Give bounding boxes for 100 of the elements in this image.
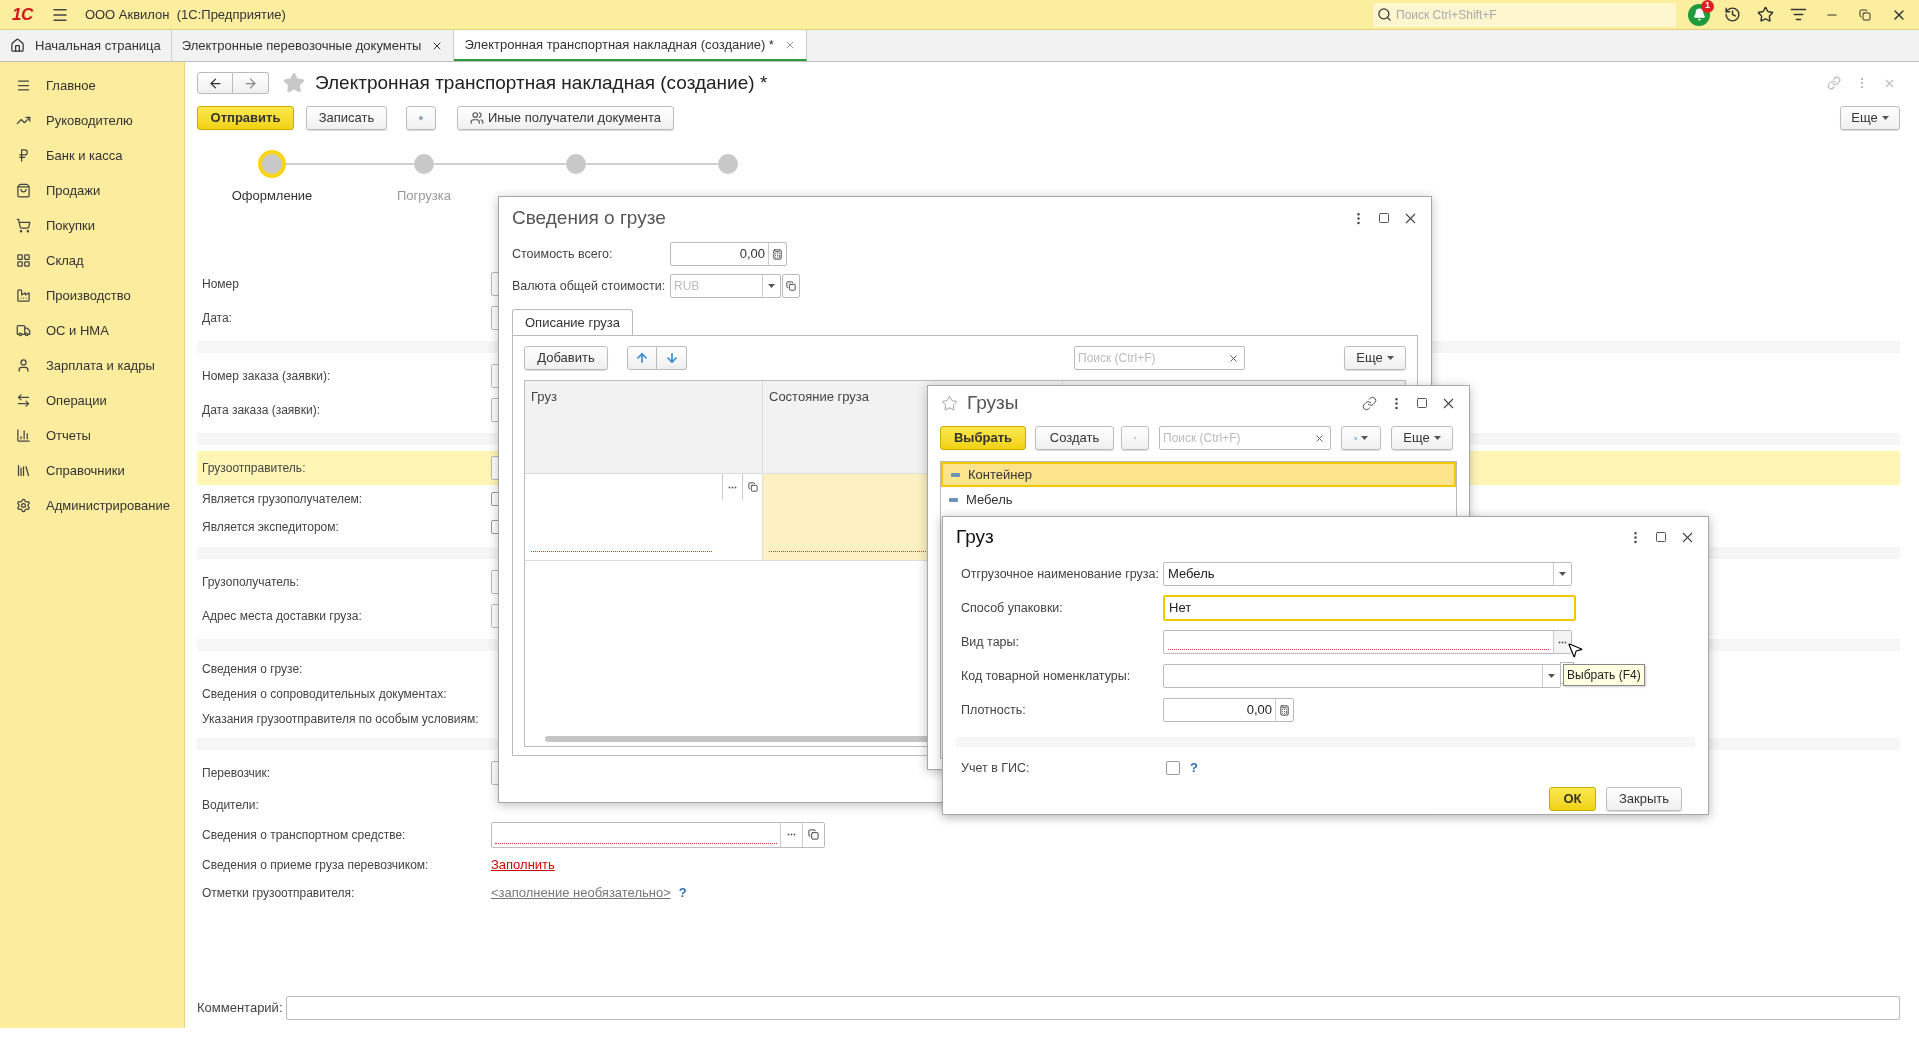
dialog-title: Сведения о грузе — [512, 205, 666, 230]
input-field[interactable] — [491, 821, 825, 848]
maximize-icon[interactable] — [1378, 212, 1390, 224]
open-icon[interactable] — [747, 482, 758, 492]
document-title: Электронная транспортная накладная (создание) * — [315, 70, 768, 95]
save-button[interactable]: Записать — [306, 106, 387, 130]
field-label: Сведения о грузе: — [201, 661, 304, 678]
caret-icon — [768, 284, 775, 288]
group-icon — [949, 497, 958, 502]
open-icon — [786, 281, 796, 291]
ellipsis-icon — [1558, 640, 1567, 644]
field-label: Отметки грузоотправителя: — [201, 885, 356, 902]
sidebar-item[interactable]: Склад — [0, 243, 184, 278]
caret-icon — [1433, 436, 1441, 440]
history-icon[interactable] — [1724, 6, 1741, 23]
number-field[interactable]: 0,00 — [1163, 698, 1294, 722]
clear-icon[interactable] — [1314, 432, 1325, 444]
sidebar-item[interactable]: Главное — [0, 68, 184, 103]
forward-icon — [243, 75, 258, 91]
more-button[interactable]: Еще — [1344, 346, 1406, 370]
comment-field[interactable] — [286, 996, 1900, 1020]
sidebar-item[interactable]: Отчеты — [0, 418, 184, 453]
grid-icon — [16, 253, 31, 268]
tab[interactable]: Начальная страница — [0, 30, 172, 61]
step-marker[interactable] — [258, 150, 286, 178]
open-icon[interactable] — [808, 829, 819, 840]
step-marker[interactable] — [566, 154, 586, 174]
sidebar-item[interactable]: Банк и касса — [0, 138, 184, 173]
back-icon — [207, 75, 223, 91]
ellipsis-icon — [787, 833, 796, 836]
sidebar-item[interactable]: Продажи — [0, 173, 184, 208]
fill-link[interactable]: Заполнить — [491, 854, 555, 875]
tooltip: Выбрать (F4) — [1563, 664, 1645, 686]
field-label: Перевозчик: — [201, 764, 272, 782]
dropdown-field[interactable] — [1163, 664, 1561, 688]
favorite-star-icon[interactable] — [941, 394, 958, 412]
field-label: Грузополучатель: — [201, 573, 301, 591]
field-label: Адрес места доставки груза: — [201, 607, 363, 625]
add-button[interactable]: Добавить — [524, 346, 608, 370]
mouse-cursor-icon — [1566, 641, 1584, 659]
dialog-title: Груз — [956, 524, 994, 549]
tab[interactable]: Электронная транспортная накладная (создание) * — [454, 30, 807, 61]
field-label: Валюта общей стоимости: — [512, 277, 667, 295]
bell-icon — [1692, 8, 1706, 21]
person-icon — [16, 358, 31, 373]
field-label: Сведения о сопроводительных документах: — [201, 686, 448, 703]
close-button[interactable]: Закрыть — [1606, 787, 1682, 811]
ok-button[interactable]: ОК — [1549, 787, 1596, 811]
clear-icon[interactable] — [1228, 352, 1239, 364]
move-up-button[interactable] — [627, 346, 657, 370]
calculator-icon[interactable] — [772, 248, 783, 260]
dropdown-field[interactable]: Мебель — [1163, 562, 1572, 586]
send-button[interactable]: Отправить — [197, 106, 294, 130]
sidebar-item[interactable]: Справочники — [0, 453, 184, 488]
ellipsis-icon — [728, 485, 737, 489]
sidebar-item[interactable]: Операции — [0, 383, 184, 418]
step-marker[interactable] — [718, 154, 738, 174]
maximize-icon[interactable] — [1655, 531, 1667, 543]
help-link[interactable]: ? — [678, 883, 687, 903]
checkbox[interactable] — [1166, 761, 1180, 775]
back-button[interactable] — [197, 72, 233, 94]
optional-link[interactable]: <заполнение необязательно> — [491, 883, 671, 903]
field-label: Номер — [201, 275, 240, 293]
field-label: Является экспедитором: — [201, 518, 340, 536]
move-down-button[interactable] — [657, 346, 687, 370]
link-icon[interactable] — [1362, 395, 1377, 411]
truck-icon — [16, 323, 31, 338]
filter-icon[interactable] — [1790, 6, 1807, 23]
calculator-icon[interactable] — [1279, 704, 1290, 716]
step-marker[interactable] — [414, 154, 434, 174]
number-field[interactable]: 0,00 — [670, 242, 787, 266]
tab[interactable]: Описание груза — [512, 309, 633, 336]
choose-button[interactable] — [1553, 631, 1571, 653]
list-item[interactable]: Мебель — [941, 487, 1456, 512]
choice-field[interactable] — [1163, 630, 1572, 654]
field-label: Отгрузочное наименование груза: — [961, 565, 1160, 583]
field-label: Дата: — [201, 309, 233, 327]
favorite-star-icon[interactable] — [283, 72, 305, 94]
sidebar-item[interactable]: Производство — [0, 278, 184, 313]
sidebar-item[interactable]: Администрирование — [0, 488, 184, 523]
help-link[interactable]: ? — [1190, 758, 1198, 778]
sidebar-item[interactable]: Покупки — [0, 208, 184, 243]
sidebar-item[interactable]: Руководителю — [0, 103, 184, 138]
more-button[interactable]: Еще — [1391, 426, 1453, 450]
recipients-button[interactable]: Иные получатели документа — [457, 106, 674, 130]
field-label: Учет в ГИС: — [961, 759, 1031, 777]
text-field[interactable]: Нет — [1163, 595, 1576, 621]
favorites-icon[interactable] — [1757, 6, 1774, 23]
create-button[interactable]: Создать — [1035, 426, 1114, 450]
sidebar-item[interactable]: ОС и НМА — [0, 313, 184, 348]
maximize-icon[interactable] — [1416, 397, 1428, 409]
group-icon — [951, 472, 960, 477]
sidebar-item[interactable]: Зарплата и кадры — [0, 348, 184, 383]
list-item[interactable]: Контейнер — [941, 462, 1456, 487]
restore-icon[interactable] — [1859, 8, 1871, 21]
menu-icon — [16, 78, 31, 93]
more-button[interactable]: Еще — [1840, 106, 1900, 130]
users-icon — [470, 111, 484, 125]
choose-button[interactable]: Выбрать — [940, 426, 1026, 450]
column-header[interactable]: Груз — [525, 381, 763, 473]
